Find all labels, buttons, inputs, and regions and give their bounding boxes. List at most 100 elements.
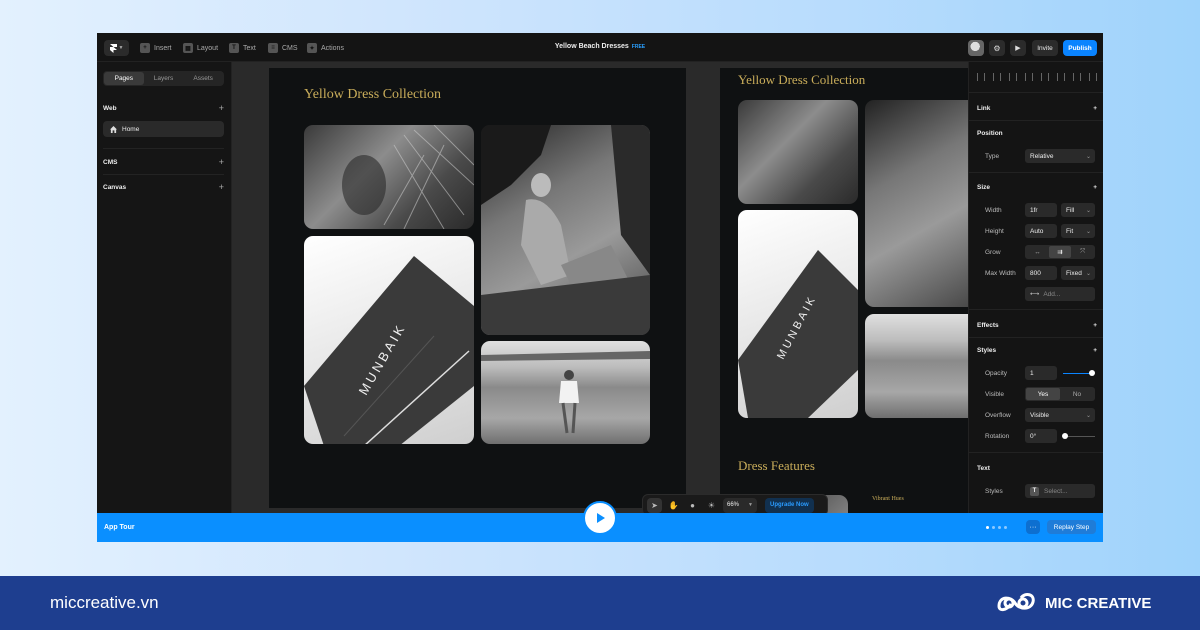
effects-section-header[interactable]: Effects + bbox=[977, 322, 1097, 329]
theme-toggle[interactable]: ☀ bbox=[704, 498, 719, 513]
text-style-select[interactable]: T Select... bbox=[1025, 484, 1095, 498]
tab-pages[interactable]: Pages bbox=[104, 72, 144, 85]
divider bbox=[969, 172, 1103, 173]
opacity-slider[interactable] bbox=[1063, 373, 1091, 374]
position-section-header: Position bbox=[977, 130, 1097, 137]
height-mode-select[interactable]: Fit ⌄ bbox=[1061, 224, 1095, 238]
rotation-slider-knob[interactable] bbox=[1062, 433, 1068, 439]
top-toolbar: ▼ + Insert ▦ Layout T Text ≡ CMS ✦ Actio… bbox=[97, 33, 1103, 62]
canvas-section-label: Canvas bbox=[103, 184, 127, 191]
plus-icon[interactable]: + bbox=[1093, 347, 1097, 354]
photo-palm-leaves[interactable] bbox=[738, 100, 858, 204]
opacity-slider-knob[interactable] bbox=[1089, 370, 1095, 376]
photo-woman-on-rocks[interactable] bbox=[481, 125, 650, 335]
photo-woman-on-beach[interactable] bbox=[481, 341, 650, 444]
opacity-value: 1 bbox=[1030, 369, 1034, 377]
sun-icon: ☀ bbox=[707, 500, 716, 510]
height-input[interactable]: Auto bbox=[1025, 224, 1057, 238]
chevron-down-icon: ▼ bbox=[748, 502, 753, 508]
avatar[interactable] bbox=[968, 40, 984, 56]
width-value: 1fr bbox=[1030, 206, 1038, 214]
styles-section-header[interactable]: Styles + bbox=[977, 347, 1097, 354]
comment-tool[interactable]: ● bbox=[685, 498, 700, 513]
photo-fabric-cuff[interactable]: MUNBAIK bbox=[738, 210, 858, 418]
link-section-header[interactable]: Link + bbox=[977, 105, 1097, 112]
add-canvas-plus-icon[interactable]: + bbox=[219, 183, 224, 192]
invite-button[interactable]: Invite bbox=[1032, 40, 1058, 56]
visible-yes-option[interactable]: Yes bbox=[1026, 388, 1060, 400]
footer-brand-name: MIC CREATIVE bbox=[1045, 594, 1152, 612]
align-center-v-icon[interactable] bbox=[1041, 73, 1049, 81]
distribute-h-icon[interactable] bbox=[1073, 73, 1081, 81]
grow-horizontal-icon[interactable]: ↔ bbox=[1026, 246, 1049, 258]
plus-icon[interactable]: + bbox=[1093, 105, 1097, 112]
visible-label: Visible bbox=[985, 391, 1005, 398]
size-section-label: Size bbox=[977, 184, 991, 191]
settings-button[interactable]: ⚙ bbox=[989, 40, 1005, 56]
select-tool[interactable]: ➤ bbox=[647, 497, 662, 513]
photo-fabric-cuff[interactable]: MUNBAIK bbox=[304, 236, 474, 444]
tour-play-button[interactable] bbox=[583, 501, 617, 535]
add-constraint-button[interactable]: ⟷ Add... bbox=[1025, 287, 1095, 301]
align-bottom-icon[interactable] bbox=[1057, 73, 1065, 81]
styles-section-label: Styles bbox=[977, 347, 997, 354]
tour-step-dot[interactable] bbox=[1004, 526, 1007, 529]
tour-more-button[interactable]: ··· bbox=[1026, 520, 1040, 534]
photo-woman-on-beach[interactable] bbox=[865, 314, 968, 418]
plus-icon[interactable]: + bbox=[1093, 322, 1097, 329]
position-type-select[interactable]: Relative ⌄ bbox=[1025, 149, 1095, 163]
rotation-input[interactable]: 0° bbox=[1025, 429, 1057, 443]
size-section-header[interactable]: Size + bbox=[977, 184, 1097, 191]
divider bbox=[969, 309, 1103, 310]
add-cms-plus-icon[interactable]: + bbox=[219, 158, 224, 167]
woman-on-rocks-image bbox=[481, 125, 650, 335]
document-title[interactable]: Yellow Beach Dresses FREE bbox=[97, 43, 1103, 50]
web-section-header[interactable]: Web + bbox=[103, 104, 224, 113]
tab-assets[interactable]: Assets bbox=[183, 72, 223, 85]
opacity-input[interactable]: 1 bbox=[1025, 366, 1057, 380]
max-width-input[interactable]: 800 bbox=[1025, 266, 1057, 280]
canvas[interactable]: Yellow Dress Collection MUNBAIK Yellow D… bbox=[232, 62, 968, 513]
add-page-plus-icon[interactable]: + bbox=[219, 104, 224, 113]
max-width-mode-select[interactable]: Fixed ⌄ bbox=[1061, 266, 1095, 280]
feature-subtitle: Vibrant Hues bbox=[872, 496, 904, 502]
desktop-frame[interactable]: Yellow Dress Collection MUNBAIK bbox=[269, 68, 686, 508]
width-input[interactable]: 1fr bbox=[1025, 203, 1057, 217]
align-right-icon[interactable] bbox=[1009, 73, 1017, 81]
upgrade-button[interactable]: Upgrade Now bbox=[765, 497, 814, 513]
footer-url[interactable]: miccreative.vn bbox=[50, 593, 159, 613]
align-top-icon[interactable] bbox=[1025, 73, 1033, 81]
publish-button[interactable]: Publish bbox=[1063, 40, 1097, 56]
overflow-select[interactable]: Visible ⌄ bbox=[1025, 408, 1095, 422]
tour-step-dot[interactable] bbox=[992, 526, 995, 529]
tab-layers[interactable]: Layers bbox=[144, 72, 184, 85]
fabric-cuff-image: MUNBAIK bbox=[738, 250, 858, 418]
palm-leaves-image bbox=[342, 125, 474, 229]
photo-palm-leaves[interactable] bbox=[304, 125, 474, 229]
tour-step-dot[interactable] bbox=[986, 526, 989, 529]
width-mode-select[interactable]: Fill ⌄ bbox=[1061, 203, 1095, 217]
grow-none-icon[interactable]: ⤧ bbox=[1071, 246, 1094, 258]
width-label: Width bbox=[985, 207, 1002, 214]
align-left-icon[interactable] bbox=[977, 73, 985, 81]
grow-fill-icon[interactable]: ⇉ bbox=[1048, 246, 1072, 258]
photo-woman-on-rocks[interactable] bbox=[865, 100, 968, 307]
cms-section-header[interactable]: CMS + bbox=[103, 158, 224, 167]
plus-icon[interactable]: + bbox=[1093, 184, 1097, 191]
page-item-home[interactable]: Home bbox=[103, 121, 224, 137]
chevron-down-icon: ⌄ bbox=[1085, 270, 1091, 277]
hand-tool[interactable]: ✋ bbox=[666, 498, 681, 513]
mic-creative-logo-icon bbox=[997, 593, 1035, 612]
height-label: Height bbox=[985, 228, 1004, 235]
footer-brand: MIC CREATIVE bbox=[995, 590, 1151, 616]
distribute-v-icon[interactable] bbox=[1089, 73, 1097, 81]
tablet-frame[interactable]: Yellow Dress Collection MUNBAIK Dress Fe… bbox=[720, 68, 968, 513]
canvas-section-header[interactable]: Canvas + bbox=[103, 183, 224, 192]
align-center-h-icon[interactable] bbox=[993, 73, 1001, 81]
replay-step-button[interactable]: Replay Step bbox=[1047, 520, 1096, 534]
visible-no-option[interactable]: No bbox=[1060, 388, 1094, 400]
zoom-select[interactable]: 66% ▼ bbox=[723, 497, 757, 513]
tour-step-dot[interactable] bbox=[998, 526, 1001, 529]
play-icon bbox=[597, 513, 605, 523]
preview-button[interactable]: ▶ bbox=[1010, 40, 1026, 56]
